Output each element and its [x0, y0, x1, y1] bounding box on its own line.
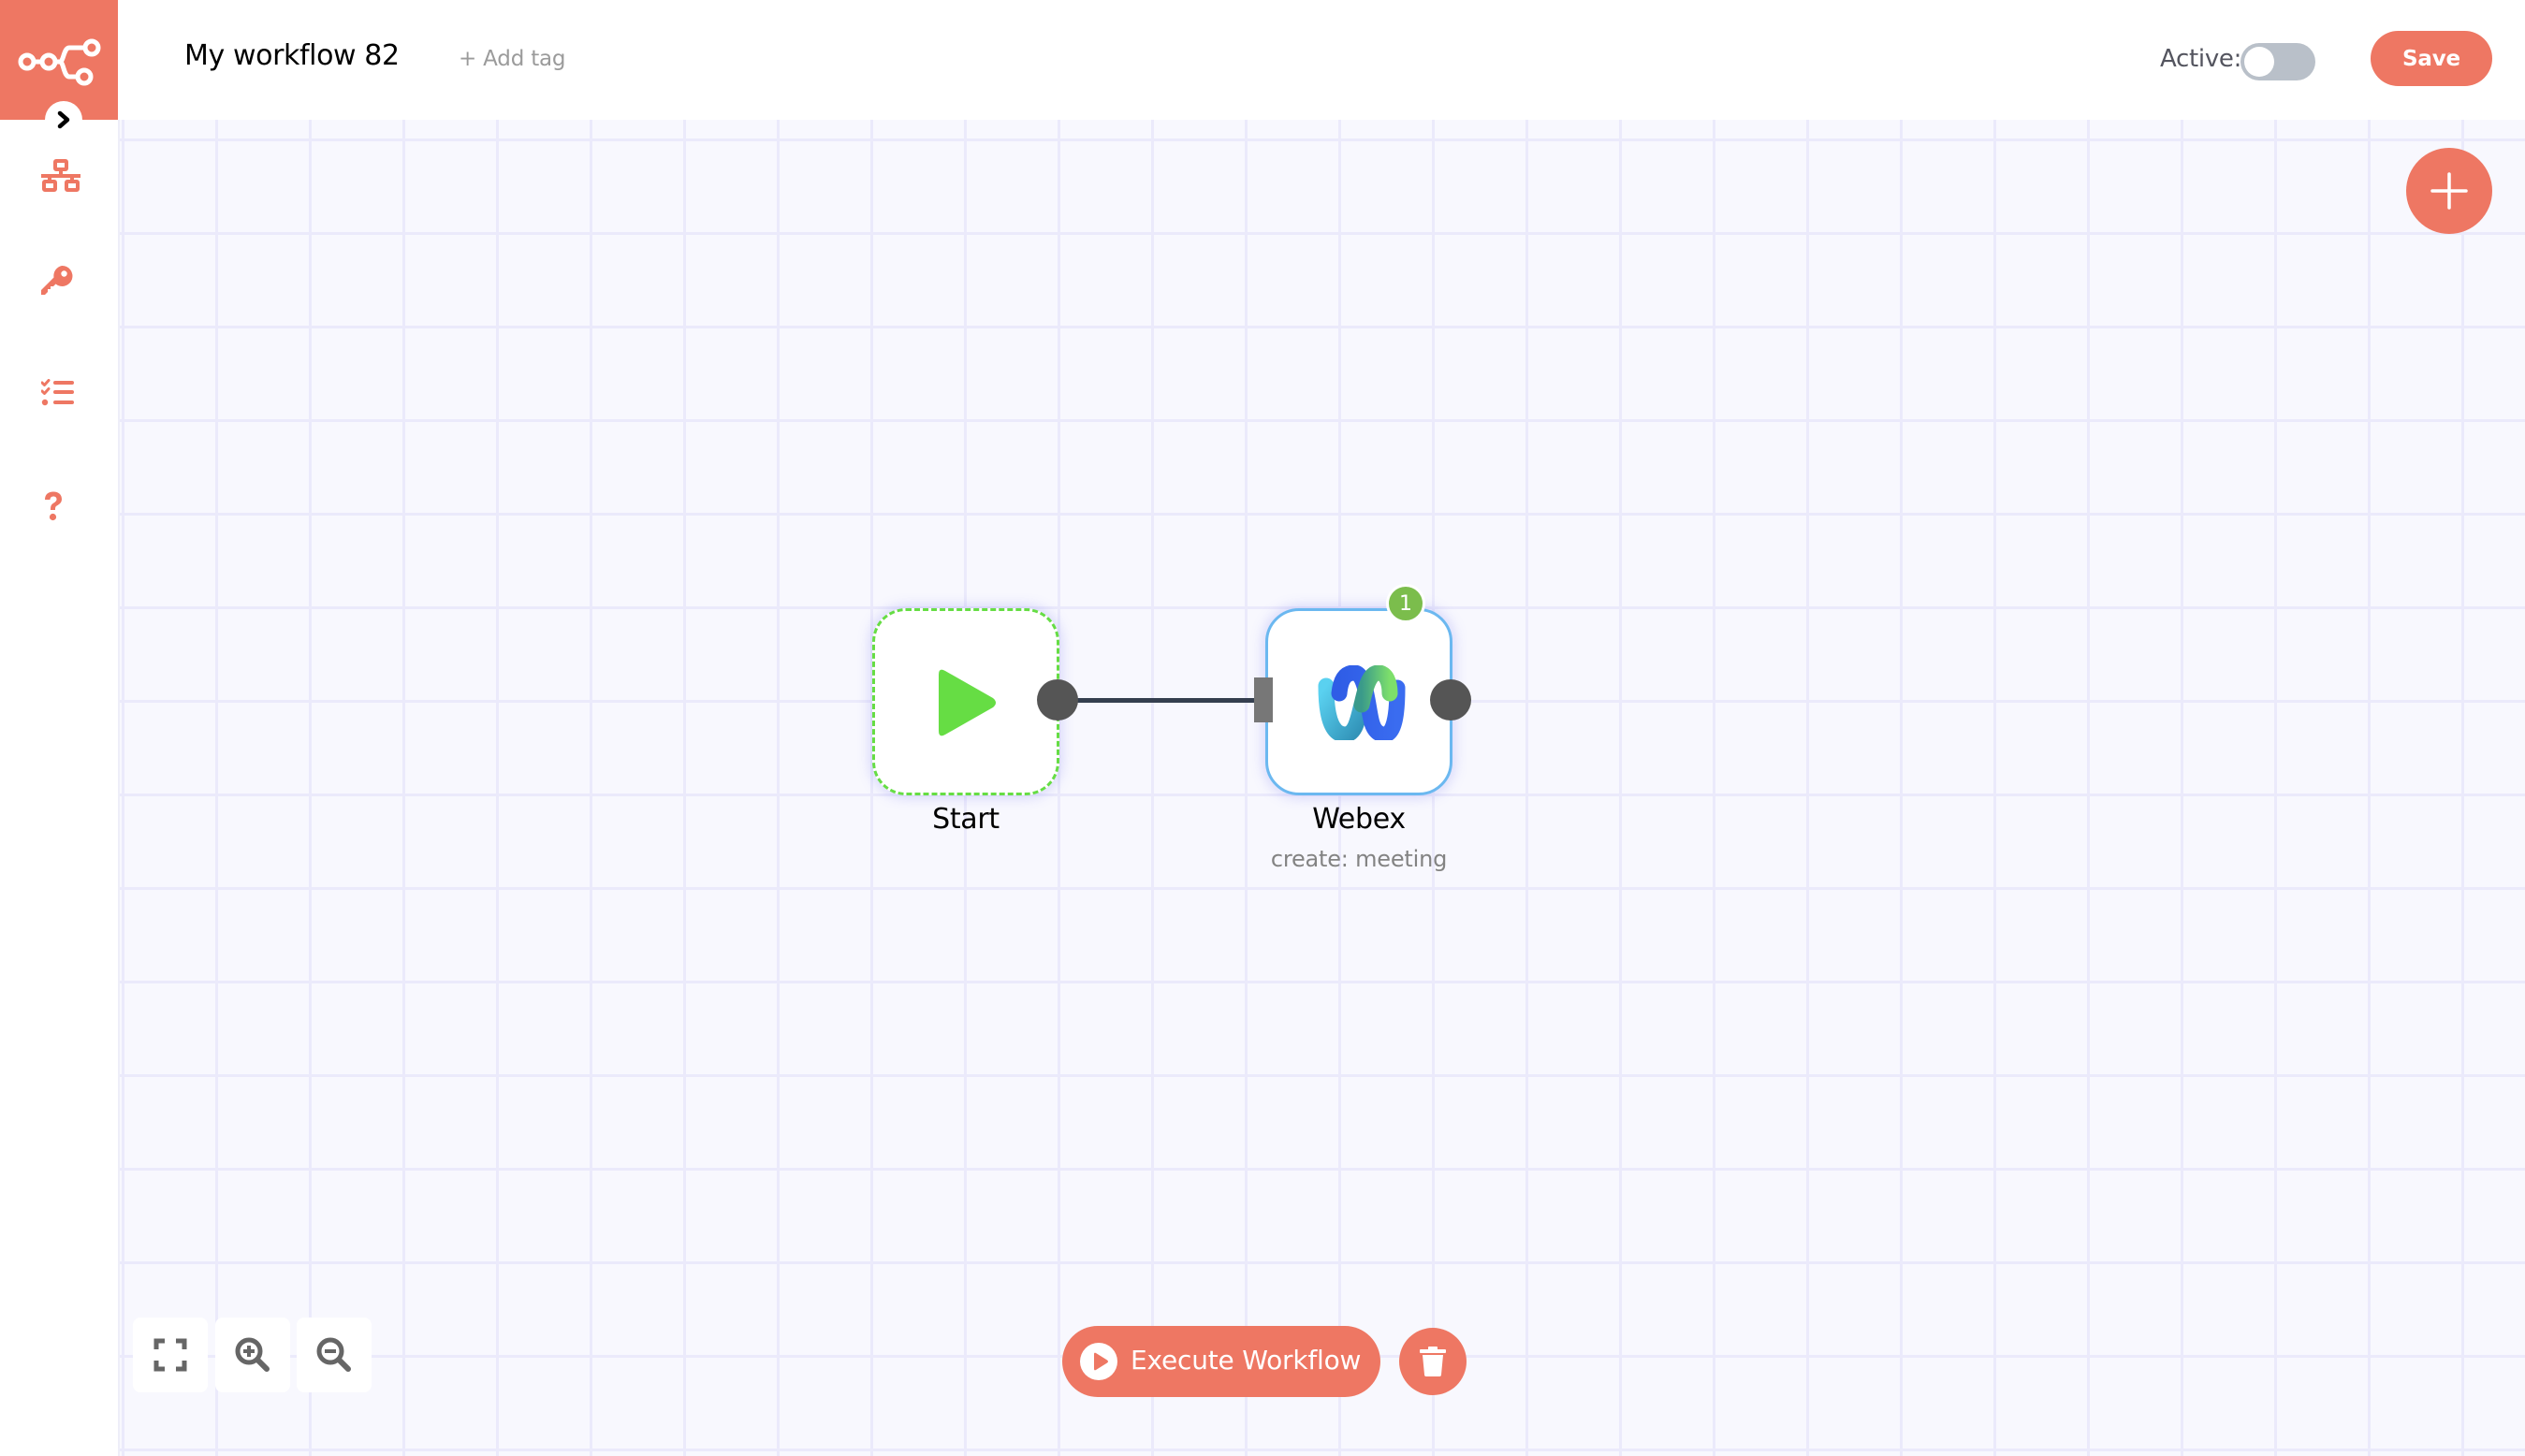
zoom-out-icon: [316, 1337, 351, 1372]
add-tag-button[interactable]: + Add tag: [459, 47, 566, 71]
active-toggle[interactable]: [2240, 43, 2315, 80]
start-output-handle[interactable]: [1037, 679, 1078, 721]
webex-input-handle[interactable]: [1254, 677, 1273, 722]
node-webex[interactable]: [1265, 608, 1452, 795]
header: My workflow 82 + Add tag Active: Save: [118, 0, 2525, 120]
task-list-icon: [40, 379, 74, 406]
sidebar: [0, 0, 120, 1456]
node-start[interactable]: [872, 608, 1059, 795]
fullscreen-icon: [153, 1338, 187, 1372]
delete-button[interactable]: [1399, 1328, 1467, 1395]
save-button[interactable]: Save: [2371, 31, 2492, 86]
question-icon: [45, 491, 62, 521]
play-icon: [939, 669, 996, 736]
zoom-out-button[interactable]: [297, 1318, 372, 1392]
connection-start-to-webex[interactable]: [1076, 698, 1256, 703]
toggle-knob: [2244, 47, 2274, 77]
node-label-webex: Webex: [1312, 803, 1406, 836]
network-icon: [41, 159, 80, 192]
add-node-button[interactable]: [2406, 148, 2492, 234]
node-label-start: Start: [932, 803, 1000, 836]
zoom-in-button[interactable]: [215, 1318, 290, 1392]
plus-icon: [2430, 172, 2468, 210]
execute-workflow-button[interactable]: Execute Workflow: [1062, 1326, 1380, 1397]
active-label: Active:: [2160, 45, 2242, 73]
play-circle-icon: [1080, 1343, 1117, 1380]
zoom-in-icon: [235, 1337, 270, 1372]
webex-output-handle[interactable]: [1430, 679, 1471, 721]
workflow-title[interactable]: My workflow 82: [184, 39, 400, 72]
sidebar-item-help[interactable]: [42, 490, 65, 526]
issue-count-badge[interactable]: 1: [1386, 584, 1425, 623]
expand-sidebar-button[interactable]: [45, 101, 82, 138]
sidebar-item-credentials[interactable]: [41, 265, 73, 300]
zoom-to-fit-button[interactable]: [133, 1318, 208, 1392]
trash-icon: [1420, 1347, 1446, 1376]
sidebar-item-workflows[interactable]: [41, 159, 80, 197]
n8n-logo-icon: [18, 38, 101, 86]
execute-workflow-label: Execute Workflow: [1131, 1345, 1362, 1376]
node-subtitle-webex: create: meeting: [1270, 846, 1448, 872]
webex-logo-icon: [1318, 665, 1406, 740]
chevron-right-icon: [57, 110, 70, 129]
sidebar-item-executions[interactable]: [40, 379, 75, 411]
key-icon: [41, 265, 73, 295]
